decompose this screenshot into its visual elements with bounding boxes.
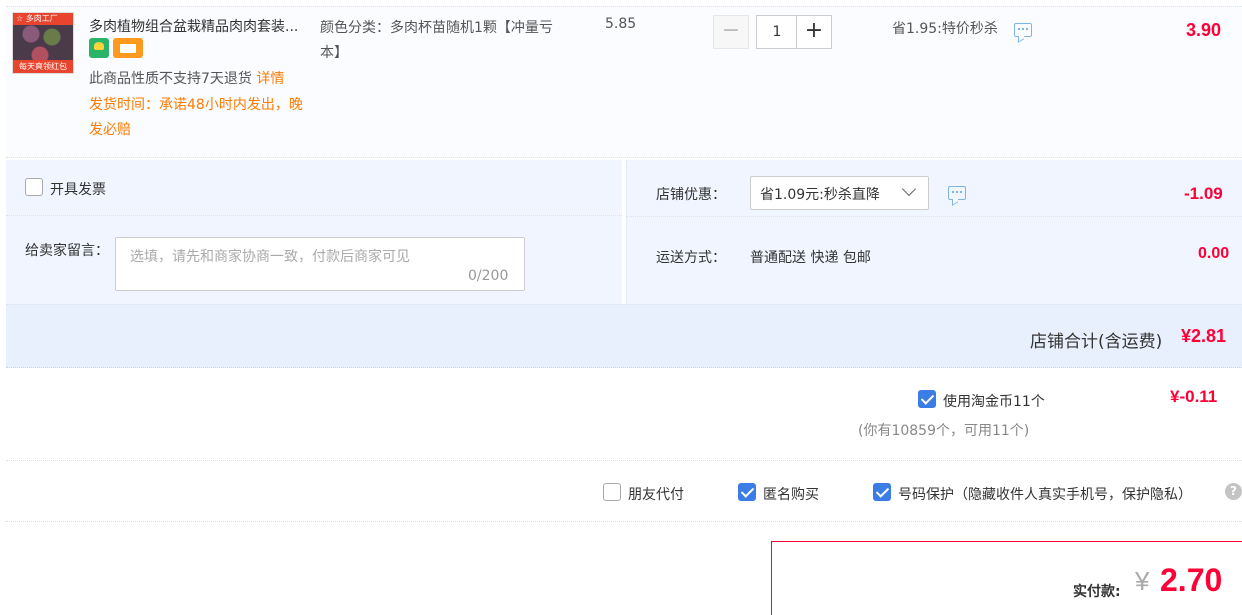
quantity-decrease-button[interactable]: − [713,15,749,49]
number-protection-label: 号码保护（隐藏收件人真实手机号，保护隐私） [898,487,1192,503]
shop-discount-selected-value: 省1.09元:秒杀直降 [760,187,880,203]
invoice-label: 开具发票 [50,182,106,198]
item-promotion: 省1.95:特价秒杀 [892,21,998,37]
product-title[interactable]: 多肉植物组合盆栽精品肉肉套装... [89,16,298,36]
unit-price: 5.85 [605,16,637,32]
shop-discount-label: 店铺优惠： [656,187,726,203]
taobao-coins-label: 使用淘金币11个 [943,394,1045,410]
currency-symbol: ¥ [1135,566,1150,596]
anonymous-purchase-label: 匿名购买 [763,487,819,503]
divider [6,460,1242,461]
no-return-text: 此商品性质不支持7天退货 [89,71,252,87]
shop-pricing-panel [626,160,1242,304]
no-return-notice: 此商品性质不支持7天退货 详情 [89,68,284,88]
shipping-method-value: 普通配送 快递 包邮 [750,250,871,266]
credit-card-badge-icon [113,38,143,58]
number-protection-checkbox[interactable] [873,483,891,501]
shop-total-label: 店铺合计(含运费) [1030,332,1163,352]
friend-pay-checkbox[interactable] [603,483,621,501]
no-return-details-link[interactable]: 详情 [256,71,284,87]
thumbnail-promo-banner: 每天爽领红包 [13,60,73,73]
seller-message-placeholder: 选填，请先和商家协商一致，付款后商家可见 [130,249,410,265]
help-icon[interactable]: ? [1225,483,1242,500]
gold-seller-badge-icon [89,38,109,58]
seller-message-char-count: 0/200 [468,268,509,284]
shipping-time-promise: 发货时间：承诺48小时内发出，晚发必赔 [89,97,303,138]
chat-bubble-icon[interactable] [948,186,966,200]
friend-pay-label: 朋友代付 [628,487,684,503]
taobao-coins-discount: ¥-0.11 [1170,387,1218,406]
shipping-fee: 0.00 [1198,245,1230,262]
sku-variant: 颜色分类：多肉杯苗随机1颗【冲量亏本】 [320,20,553,61]
divider [6,521,1242,522]
seller-message-label: 给卖家留言： [25,243,109,259]
actual-payment-label: 实付款: [1073,584,1121,600]
thumbnail-shop-banner: ☆ 多肉工厂 [13,13,73,25]
invoice-checkbox[interactable] [25,178,43,196]
shop-discount-amount: -1.09 [1184,184,1223,203]
shipping-method-label: 运送方式： [656,250,726,266]
actual-payment-amount: 2.70 [1160,562,1223,598]
item-subtotal: 3.90 [1186,20,1222,40]
quantity-input[interactable]: 1 [756,15,798,49]
divider [626,216,1242,217]
quantity-increase-button[interactable]: + [796,15,832,49]
chat-bubble-icon[interactable] [1014,23,1032,37]
taobao-coins-checkbox[interactable] [918,390,936,408]
anonymous-purchase-checkbox[interactable] [738,483,756,501]
product-thumbnail[interactable]: ☆ 多肉工厂 每天爽领红包 [12,12,74,74]
shop-total-amount: ¥2.81 [1181,326,1227,346]
taobao-coins-balance-hint: (你有10859个，可用11个) [858,423,1030,439]
